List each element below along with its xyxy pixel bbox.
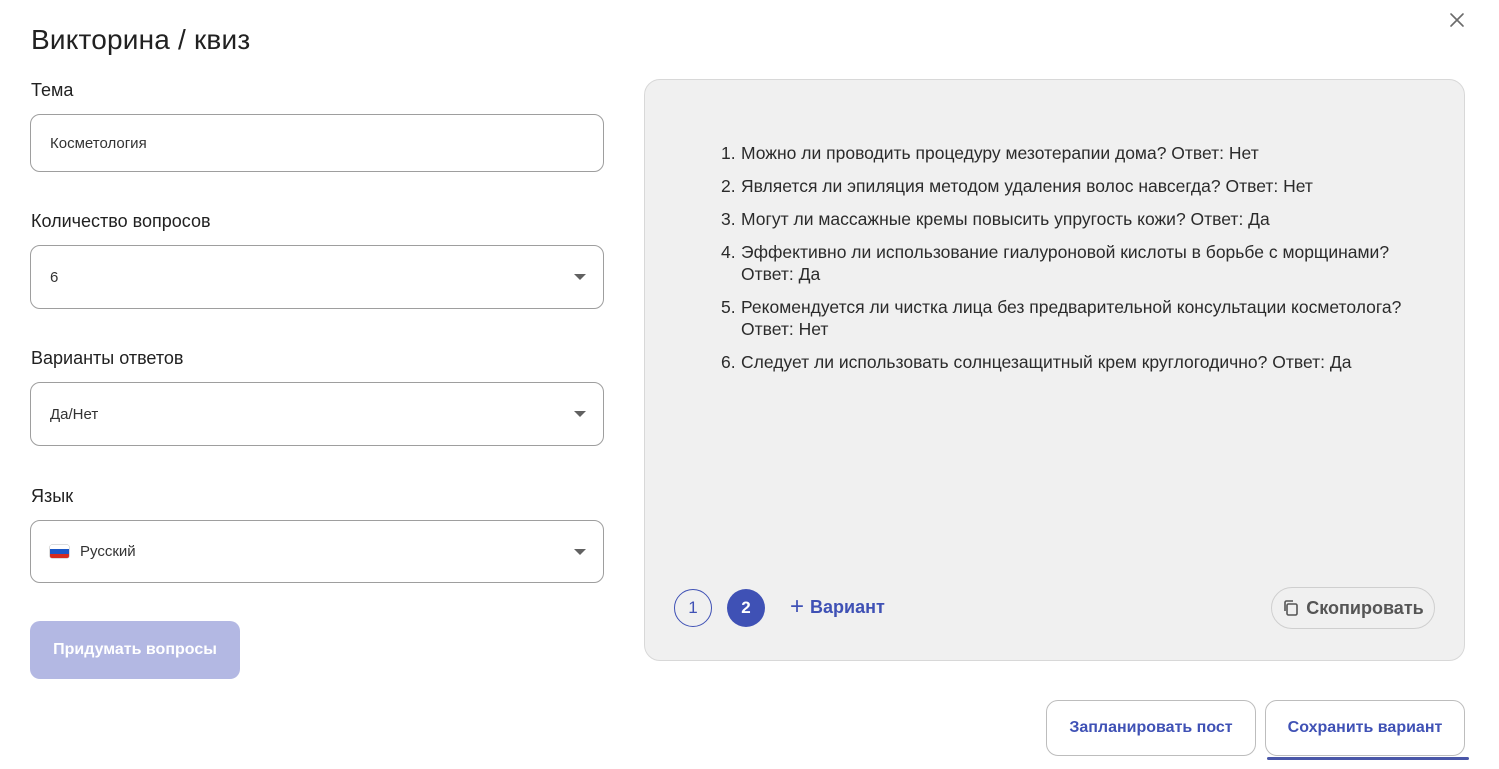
plus-icon: + [790, 593, 805, 620]
generate-questions-button[interactable]: Придумать вопросы [30, 621, 240, 679]
question-item: 6. Следует ли использовать солнцезащитный… [721, 352, 1352, 372]
question-count-select[interactable]: 6 [30, 245, 604, 309]
variant-1-button[interactable]: 1 [674, 589, 712, 627]
copy-icon [1284, 600, 1299, 616]
dropdown-arrow-icon [574, 548, 586, 555]
answer-options-label: Варианты ответов [31, 348, 184, 368]
copy-label: Скопировать [1306, 597, 1424, 618]
question-list: 1. Можно ли проводить процедуру мезотерап… [721, 142, 1431, 384]
question-item: 5. Рекомендуется ли чистка лица без предв… [721, 297, 1402, 339]
question-item: 1. Можно ли проводить процедуру мезотерап… [721, 143, 1259, 163]
language-select[interactable]: Русский [30, 520, 604, 583]
dropdown-arrow-icon [574, 411, 586, 417]
quiz-dialog: Викторина / квиз Тема Косметология Колич… [0, 0, 1499, 769]
schedule-post-button[interactable]: Запланировать пост [1046, 700, 1256, 756]
topic-input[interactable]: Косметология [30, 114, 604, 172]
answer-options-select[interactable]: Да/Нет [30, 382, 604, 446]
question-count-value: 6 [50, 268, 59, 286]
language-label: Язык [31, 486, 74, 506]
result-panel: 1. Можно ли проводить процедуру мезотерап… [644, 79, 1465, 661]
add-variant-label: Вариант [810, 596, 885, 617]
dropdown-arrow-icon [574, 274, 586, 280]
russia-flag-icon [50, 545, 69, 558]
variant-2-button[interactable]: 2 [727, 589, 765, 627]
save-button-underline [1267, 757, 1469, 760]
topic-label: Тема [31, 80, 74, 100]
save-variant-button[interactable]: Сохранить вариант [1265, 700, 1465, 756]
question-item: 2. Является ли эпиляция методом удаления … [721, 176, 1313, 196]
add-variant-button[interactable]: + Вариант [790, 593, 885, 620]
question-count-label: Количество вопросов [31, 211, 211, 231]
close-icon [1450, 13, 1464, 27]
language-value: Русский [80, 543, 136, 560]
question-item: 4. Эффективно ли использование гиалуронов… [721, 242, 1390, 284]
close-button[interactable] [1443, 6, 1471, 34]
answer-options-value: Да/Нет [50, 405, 99, 423]
topic-value: Косметология [50, 134, 147, 152]
copy-button[interactable]: Скопировать [1271, 587, 1435, 629]
question-item: 3. Могут ли массажные кремы повысить упру… [721, 209, 1270, 229]
dialog-title: Викторина / квиз [31, 24, 251, 55]
